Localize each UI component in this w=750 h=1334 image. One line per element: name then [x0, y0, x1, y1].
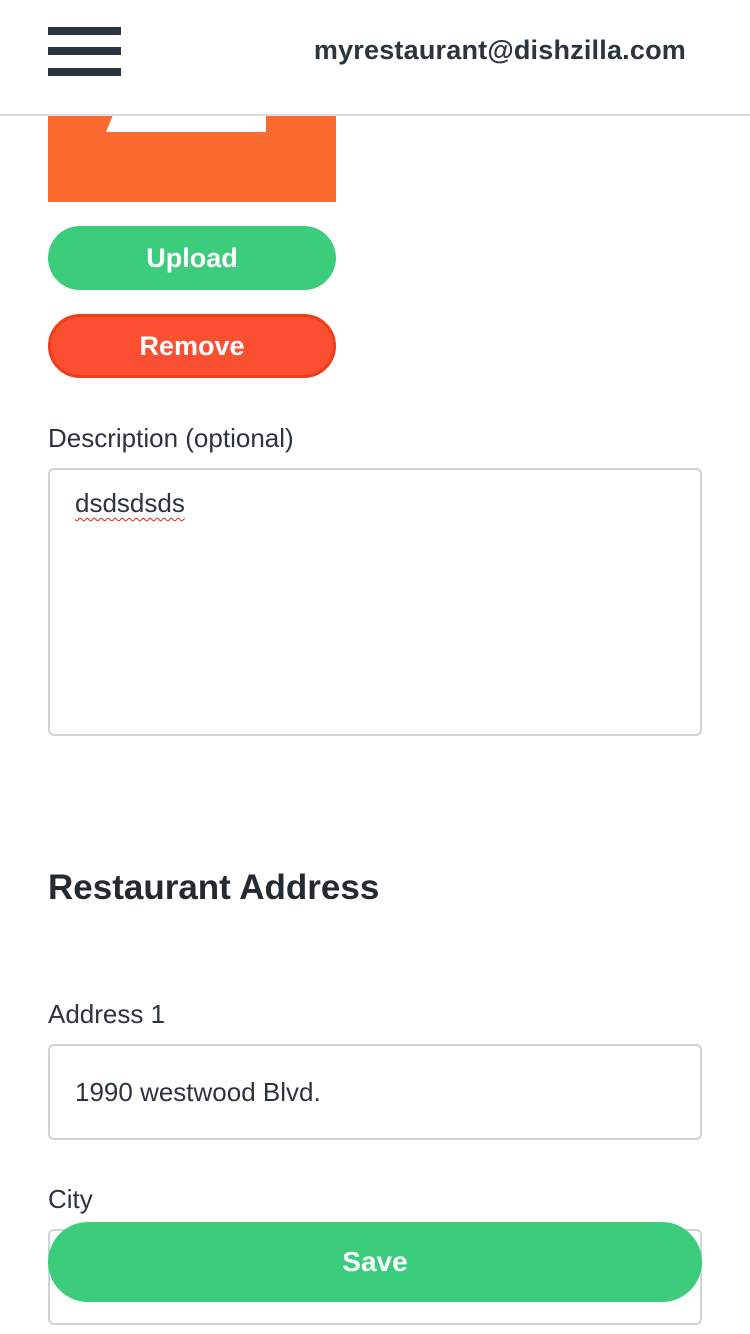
restaurant-logo-image: [48, 116, 336, 202]
account-email[interactable]: myrestaurant@dishzilla.com: [314, 35, 686, 66]
description-textarea[interactable]: dsdsdsds: [48, 468, 702, 736]
address1-value: 1990 westwood Blvd.: [75, 1076, 321, 1107]
description-text: dsdsdsds: [75, 488, 185, 518]
section-title: Restaurant Address: [48, 868, 380, 907]
menu-bar: [48, 27, 121, 35]
description-label: Description (optional): [48, 423, 294, 453]
menu-bar: [48, 68, 121, 76]
menu-bar: [48, 47, 121, 55]
remove-button[interactable]: Remove: [48, 314, 336, 378]
top-header: myrestaurant@dishzilla.com: [0, 0, 750, 116]
city-label: City: [48, 1184, 93, 1214]
hamburger-menu-icon[interactable]: [48, 27, 121, 77]
upload-button[interactable]: Upload: [48, 226, 336, 290]
save-button[interactable]: Save: [48, 1222, 702, 1302]
logo-shape: [106, 116, 266, 132]
address1-label: Address 1: [48, 999, 166, 1029]
address1-input[interactable]: 1990 westwood Blvd.: [48, 1044, 702, 1140]
